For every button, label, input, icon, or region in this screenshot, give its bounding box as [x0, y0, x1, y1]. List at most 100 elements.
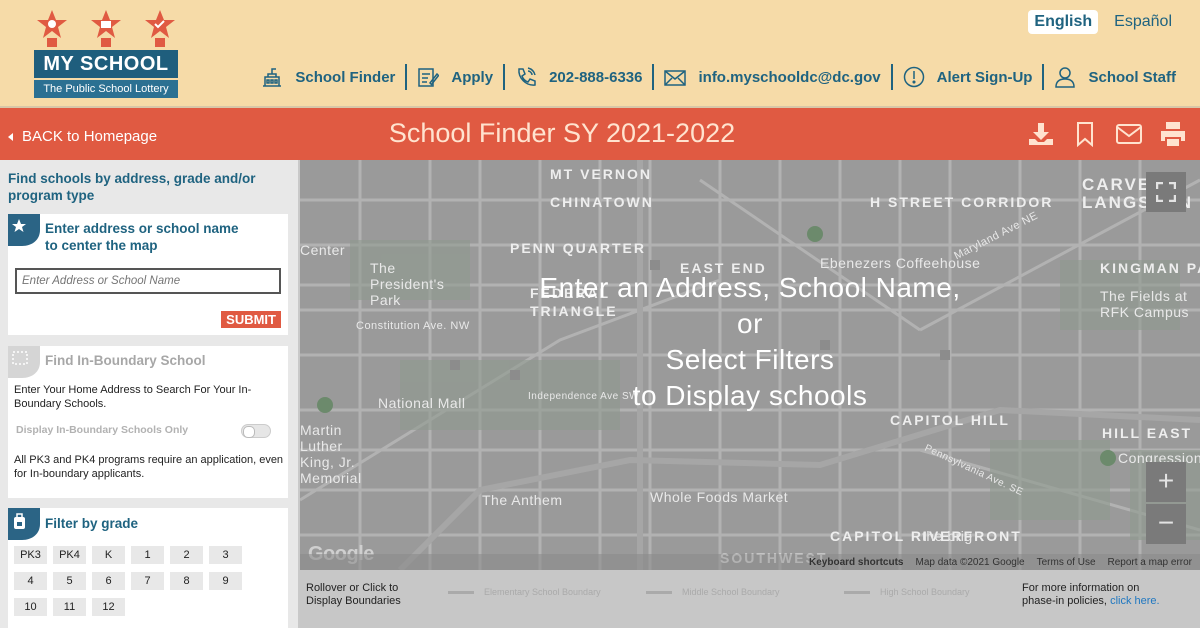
- map-label-center: Center: [300, 242, 346, 258]
- phase-in-info: For more information on phase-in policie…: [1022, 582, 1172, 608]
- grade-button-9[interactable]: 9: [209, 572, 242, 590]
- grade-button-11[interactable]: 11: [53, 598, 86, 616]
- legend-middle[interactable]: Middle School Boundary: [646, 587, 780, 597]
- pk-application-note: All PK3 and PK4 programs require an appl…: [14, 454, 284, 480]
- grade-button-12[interactable]: 12: [92, 598, 125, 616]
- nav-label: School Staff: [1088, 68, 1176, 86]
- overlay-line: Enter an Address, School Name,: [539, 272, 961, 303]
- nav-school-staff[interactable]: School Staff: [1044, 64, 1186, 90]
- legend-label: Elementary School Boundary: [484, 587, 601, 597]
- edit-form-icon: [417, 66, 440, 88]
- legend-label: Middle School Boundary: [682, 587, 780, 597]
- grade-button-3[interactable]: 3: [209, 546, 242, 564]
- map-label-mlk-memorial: Martin Luther King, Jr. Memorial: [300, 422, 362, 486]
- legend-line-icon: [448, 590, 474, 594]
- print-icon[interactable]: [1160, 121, 1186, 147]
- report-map-error-link[interactable]: Report a map error: [1108, 557, 1192, 568]
- download-icon[interactable]: [1028, 121, 1054, 147]
- legend-line-icon: [844, 590, 870, 594]
- nav-school-finder[interactable]: School Finder: [251, 64, 405, 90]
- star-badge-icon: [8, 214, 40, 246]
- sidebar-intro: Find schools by address, grade and/or pr…: [8, 171, 256, 203]
- zoom-out-button[interactable]: −: [1146, 504, 1186, 544]
- grade-button-10[interactable]: 10: [14, 598, 47, 616]
- in-boundary-toggle[interactable]: [241, 424, 271, 438]
- lang-english-button[interactable]: English: [1028, 10, 1099, 34]
- map-label-mt-vernon: MT VERNON: [550, 166, 652, 182]
- map-label-hill-east: HILL EAST: [1102, 425, 1193, 441]
- map-instruction-overlay: Enter an Address, School Name, or Select…: [300, 270, 1200, 414]
- in-boundary-toggle-label: Display In-Boundary Schools Only: [16, 424, 189, 436]
- phone-icon: [515, 66, 537, 88]
- action-toolbar: [1028, 121, 1186, 147]
- terms-of-use-link[interactable]: Terms of Use: [1037, 557, 1096, 568]
- lang-espanol-button[interactable]: Español: [1108, 10, 1178, 34]
- nav-email[interactable]: info.myschooldc@dc.gov: [654, 64, 890, 90]
- grade-button-2[interactable]: 2: [170, 546, 203, 564]
- in-boundary-panel: Find In-Boundary School Enter Your Home …: [8, 346, 288, 498]
- legend-elementary[interactable]: Elementary School Boundary: [448, 587, 601, 597]
- grade-filter-title: Filter by grade: [45, 516, 139, 531]
- bookmark-icon[interactable]: [1072, 121, 1098, 147]
- zoom-in-button[interactable]: +: [1146, 462, 1186, 502]
- phase-in-link[interactable]: click here.: [1110, 595, 1160, 607]
- map-data-credit: Map data ©2021 Google: [915, 556, 1025, 568]
- overlay-line: or: [737, 308, 763, 339]
- map-attribution: Keyboard shortcuts Map data ©2021 Google…: [300, 554, 1200, 570]
- address-panel-title: Enter address or school name to center t…: [45, 221, 239, 253]
- email-icon[interactable]: [1116, 121, 1142, 147]
- nav-label: School Finder: [295, 68, 396, 86]
- map-label-chinatown: CHINATOWN: [550, 194, 654, 210]
- nav-label: Alert Sign-Up: [936, 68, 1033, 86]
- envelope-icon: [664, 66, 687, 88]
- person-icon: [1054, 66, 1076, 88]
- logo-stars-icon: [37, 10, 175, 47]
- grade-button-pk4[interactable]: PK4: [53, 546, 86, 564]
- top-navigation: School Finder Apply 202-888-6336 info.my…: [251, 64, 1186, 90]
- nav-alert-signup[interactable]: Alert Sign-Up: [893, 64, 1043, 90]
- overlay-line: to Display schools: [632, 380, 868, 411]
- grade-button-7[interactable]: 7: [131, 572, 164, 590]
- filter-sidebar: Find schools by address, grade and/or pr…: [0, 160, 298, 628]
- grade-button-8[interactable]: 8: [170, 572, 203, 590]
- nav-apply[interactable]: Apply: [407, 64, 503, 90]
- legend-label: High School Boundary: [880, 587, 970, 597]
- logo-sub-text: The Public School Lottery: [34, 80, 178, 98]
- site-header: MY SCHOOL DC The Public School Lottery E…: [0, 0, 1200, 108]
- grade-button-5[interactable]: 5: [53, 572, 86, 590]
- school-building-icon: [261, 66, 283, 88]
- school-finder-bar: BACK to Homepage School Finder SY 2021-2…: [0, 108, 1200, 160]
- map-label-whole-foods: Whole Foods Market: [650, 489, 789, 505]
- school-map[interactable]: MT VERNON CHINATOWN PENN QUARTER EAST EN…: [298, 160, 1200, 570]
- nav-phone[interactable]: 202-888-6336: [505, 64, 652, 90]
- legend-line-icon: [646, 590, 672, 594]
- map-label-the-anthem: The Anthem: [482, 492, 563, 508]
- keyboard-shortcuts-link[interactable]: Keyboard shortcuts: [809, 557, 903, 568]
- overlay-line: Select Filters: [665, 344, 835, 375]
- boundary-badge-icon: [8, 346, 40, 378]
- my-school-dc-logo[interactable]: MY SCHOOL DC The Public School Lottery: [34, 8, 178, 103]
- grade-button-4[interactable]: 4: [14, 572, 47, 590]
- legend-high[interactable]: High School Boundary: [844, 587, 970, 597]
- grade-filter-panel: Filter by grade PK3 PK4 K 1 2 3 4 5 6 7 …: [8, 508, 288, 628]
- address-search-input[interactable]: [15, 268, 281, 294]
- nav-label: 202-888-6336: [549, 68, 643, 86]
- address-panel: Enter address or school name to center t…: [8, 214, 288, 335]
- map-label-penn-quarter: PENN QUARTER: [510, 240, 647, 256]
- map-label-the-brig: the brig: [922, 528, 973, 544]
- nav-label: Apply: [451, 68, 494, 86]
- fullscreen-icon: [1155, 181, 1177, 203]
- legend-instructions: Rollover or Click to Display Boundaries: [306, 582, 401, 607]
- submit-button[interactable]: SUBMIT: [221, 311, 281, 328]
- fullscreen-button[interactable]: [1146, 172, 1186, 212]
- page-title: School Finder SY 2021-2022: [388, 118, 736, 148]
- alert-icon: [903, 66, 925, 88]
- grade-button-k[interactable]: K: [92, 546, 125, 564]
- grade-buttons: PK3 PK4 K 1 2 3 4 5 6 7 8 9 10 11 12: [14, 546, 242, 616]
- grade-button-pk3[interactable]: PK3: [14, 546, 47, 564]
- grade-button-1[interactable]: 1: [131, 546, 164, 564]
- grade-button-6[interactable]: 6: [92, 572, 125, 590]
- backpack-badge-icon: [8, 508, 40, 540]
- boundary-legend: Rollover or Click to Display Boundaries …: [298, 570, 1200, 628]
- in-boundary-description: Enter Your Home Address to Search For Yo…: [14, 384, 252, 410]
